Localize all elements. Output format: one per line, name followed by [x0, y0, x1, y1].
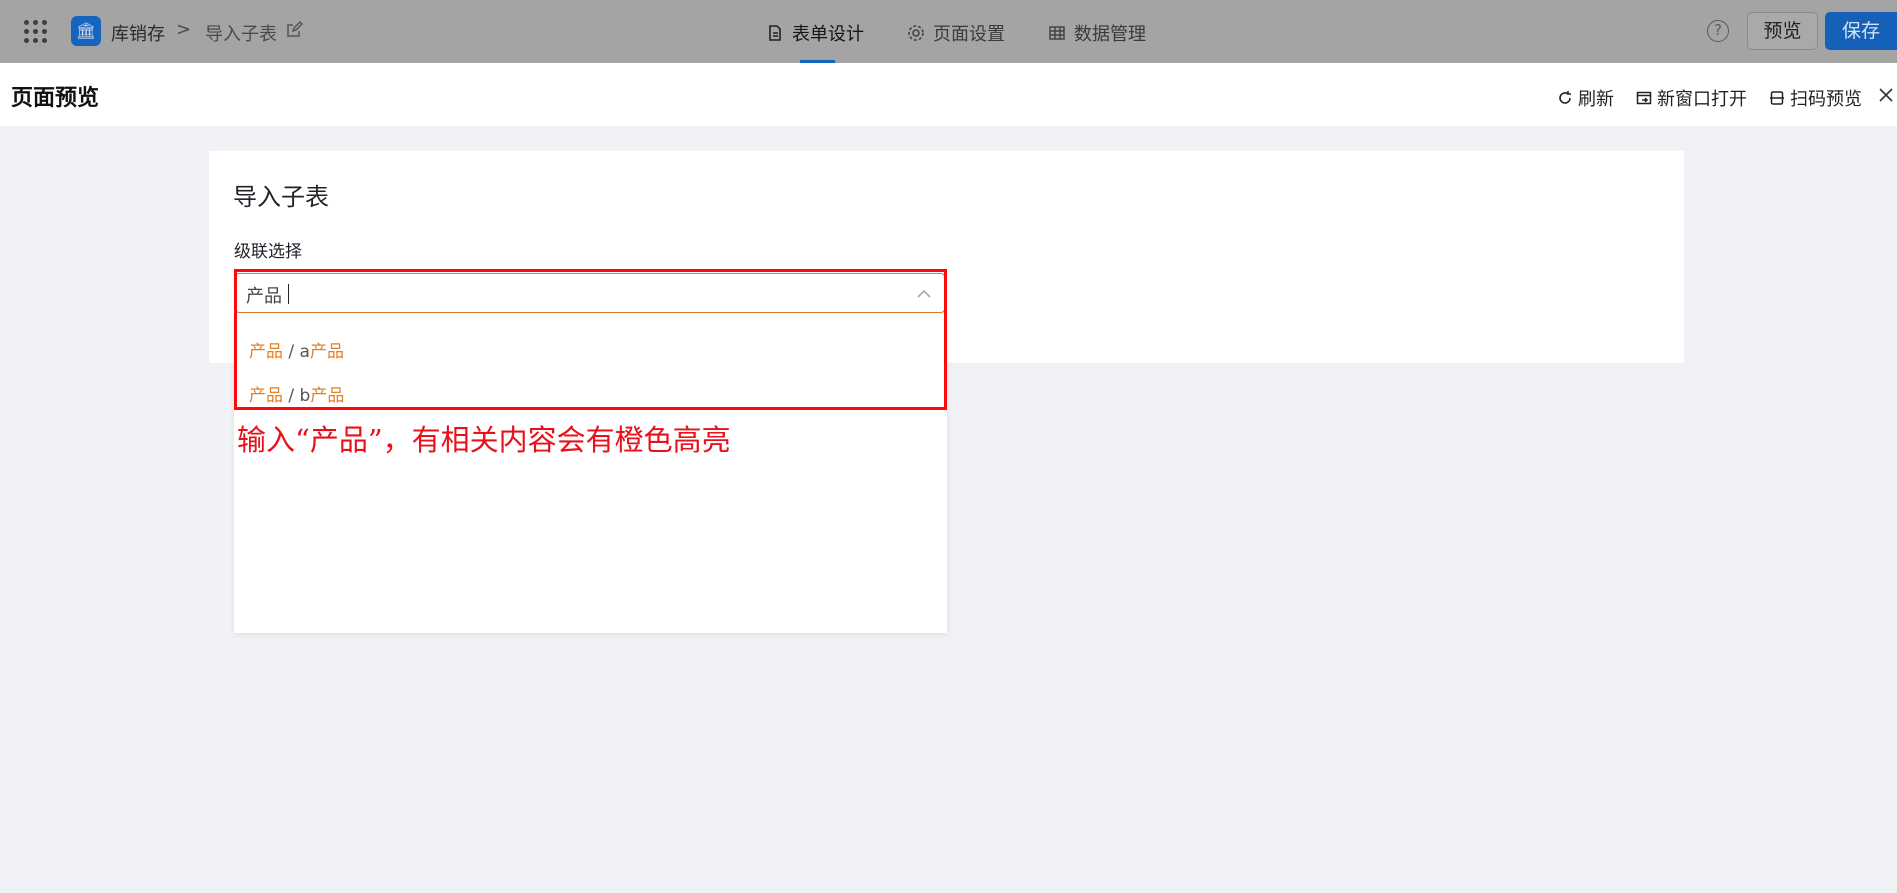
- scan-preview-label: 扫码预览: [1790, 89, 1862, 110]
- top-bar: 🏛 库销存 > 导入子表 表单设计 页面设置 数据管理 ? 预览 保存: [0, 0, 1897, 63]
- tab-page-settings[interactable]: 页面设置: [907, 20, 1005, 46]
- document-icon: [769, 25, 781, 41]
- breadcrumb-page-name: 导入子表: [205, 24, 277, 45]
- close-icon[interactable]: [1877, 86, 1895, 104]
- preview-title: 页面预览: [11, 86, 100, 111]
- tab-label: 表单设计: [792, 24, 864, 45]
- tab-form-design[interactable]: 表单设计: [766, 20, 864, 46]
- help-icon[interactable]: ?: [1707, 20, 1729, 42]
- refresh-icon: [1559, 91, 1571, 104]
- app-name[interactable]: 库销存: [111, 20, 165, 46]
- field-label: 级联选择: [234, 242, 302, 262]
- tab-label: 数据管理: [1074, 24, 1146, 45]
- tab-label: 页面设置: [933, 24, 1005, 45]
- open-new-window-label: 新窗口打开: [1657, 89, 1747, 110]
- scan-preview-button[interactable]: 扫码预览: [1769, 85, 1862, 111]
- tab-data-management[interactable]: 数据管理: [1048, 20, 1146, 46]
- app-logo-icon: 🏛: [71, 16, 101, 46]
- refresh-label: 刷新: [1578, 89, 1614, 110]
- form-title: 导入子表: [233, 183, 329, 211]
- open-new-window-button[interactable]: 新窗口打开: [1636, 85, 1747, 111]
- breadcrumb-chevron-icon: >: [176, 19, 192, 40]
- preview-button[interactable]: 预览: [1747, 12, 1818, 50]
- preview-header: 页面预览 刷新 新窗口打开 扫码预览: [0, 63, 1897, 126]
- table-icon: [1049, 26, 1065, 40]
- apps-grid-icon[interactable]: [24, 20, 48, 44]
- scan-icon: [1770, 91, 1784, 105]
- gear-icon: [908, 25, 924, 41]
- annotation-box: [234, 269, 947, 410]
- new-window-icon: [1636, 91, 1652, 105]
- edit-icon[interactable]: [285, 21, 303, 39]
- refresh-button[interactable]: 刷新: [1557, 85, 1614, 111]
- annotation-text: 输入“产品”，有相关内容会有橙色高亮: [237, 423, 731, 457]
- save-button[interactable]: 保存: [1825, 12, 1897, 50]
